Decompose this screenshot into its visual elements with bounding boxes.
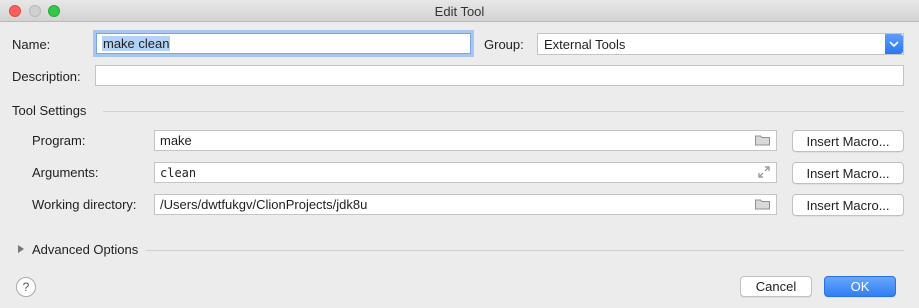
description-input[interactable]	[95, 65, 904, 86]
working-directory-label: Working directory:	[32, 197, 137, 212]
advanced-options-toggle[interactable]: Advanced Options	[32, 242, 138, 257]
program-label: Program:	[32, 133, 86, 148]
arguments-label: Arguments:	[32, 165, 99, 180]
program-input-value: make	[160, 133, 192, 148]
disclosure-triangle-icon[interactable]	[18, 245, 24, 253]
expand-icon[interactable]	[758, 165, 770, 180]
tool-settings-header: Tool Settings	[12, 103, 87, 118]
arguments-input-value: clean	[160, 165, 197, 180]
name-label: Name:	[12, 37, 51, 52]
arguments-input[interactable]: clean	[154, 162, 777, 183]
working-directory-input-value: /Users/dwtfukgv/ClionProjects/jdk8u	[160, 197, 368, 212]
window-title: Edit Tool	[434, 4, 485, 19]
group-select[interactable]: External Tools	[537, 33, 904, 55]
tool-settings-divider	[103, 111, 904, 112]
ok-button[interactable]: OK	[824, 276, 896, 297]
group-select-value: External Tools	[544, 36, 626, 52]
help-button[interactable]: ?	[16, 277, 36, 297]
chevron-down-icon	[885, 34, 903, 54]
name-input[interactable]: make clean	[96, 33, 471, 54]
program-input[interactable]: make	[154, 130, 777, 151]
group-label: Group:	[484, 37, 524, 52]
name-input-value: make clean	[102, 36, 171, 51]
arguments-insert-macro-button[interactable]: Insert Macro...	[792, 162, 904, 184]
advanced-options-divider	[146, 250, 904, 251]
cancel-button[interactable]: Cancel	[740, 276, 812, 297]
working-directory-input[interactable]: /Users/dwtfukgv/ClionProjects/jdk8u	[154, 194, 777, 215]
program-insert-macro-button[interactable]: Insert Macro...	[792, 130, 904, 152]
title-bar: Edit Tool	[0, 0, 919, 22]
working-directory-insert-macro-button[interactable]: Insert Macro...	[792, 194, 904, 216]
folder-icon[interactable]	[755, 198, 770, 211]
edit-tool-dialog: Edit Tool Name: make clean Group: Extern…	[0, 0, 919, 308]
description-label: Description:	[12, 69, 81, 84]
folder-icon[interactable]	[755, 134, 770, 147]
